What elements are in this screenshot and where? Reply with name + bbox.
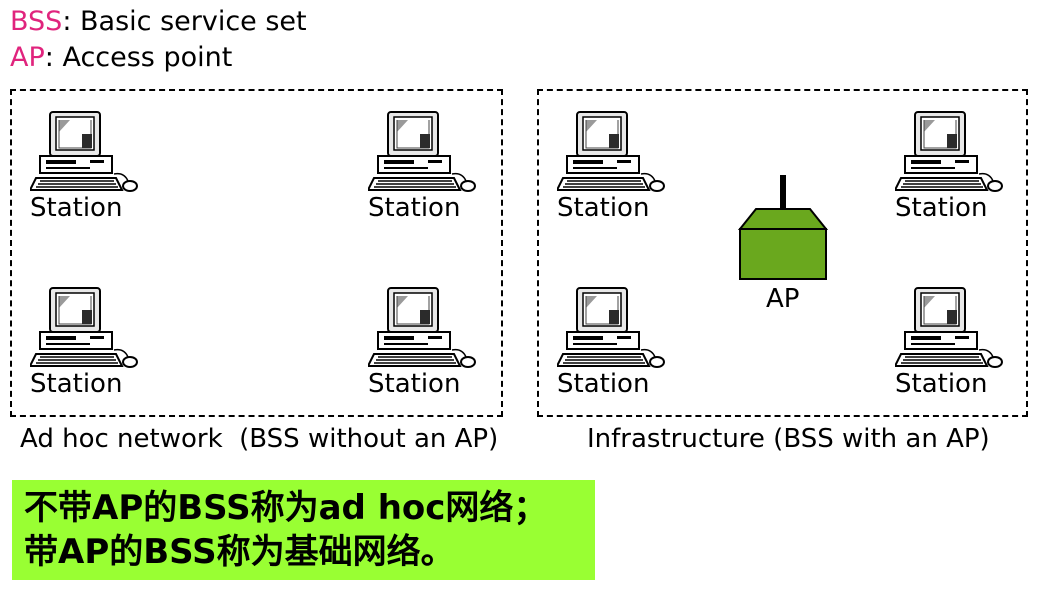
adhoc-caption: Ad hoc network (BSS without an AP): [20, 424, 499, 454]
adhoc-station-top-right: Station: [368, 110, 478, 222]
computer-icon: [368, 287, 476, 368]
legend-ap-abbr: AP: [10, 42, 45, 73]
access-point: [737, 175, 829, 285]
computer-icon: [557, 287, 665, 368]
note-line-1: 不带AP的BSS称为ad hoc网络；: [24, 488, 548, 528]
station-label: Station: [557, 193, 650, 223]
adhoc-station-bottom-left: Station: [30, 286, 140, 398]
computer-icon: [368, 111, 476, 192]
note-line-2: 带AP的BSS称为基础网络。: [24, 532, 455, 572]
station-label: Station: [368, 369, 461, 399]
adhoc-station-bottom-right: Station: [368, 286, 478, 398]
computer-icon: [30, 287, 138, 368]
station-label: Station: [30, 193, 123, 223]
legend-bss-abbr: BSS: [10, 6, 63, 37]
station-label: Station: [895, 369, 988, 399]
ap-label: AP: [766, 284, 800, 314]
computer-icon: [895, 111, 1003, 192]
station-label: Station: [30, 369, 123, 399]
infra-station-bottom-right: Station: [895, 286, 1005, 398]
infrastructure-caption: Infrastructure (BSS with an AP): [587, 424, 990, 454]
legend-bss-text: : Basic service set: [62, 6, 307, 37]
infra-station-top-right: Station: [895, 110, 1005, 222]
note-box: 不带AP的BSS称为ad hoc网络； 带AP的BSS称为基础网络。: [12, 480, 595, 580]
station-label: Station: [368, 193, 461, 223]
access-point-icon: [737, 175, 829, 280]
computer-icon: [895, 287, 1003, 368]
infra-station-bottom-left: Station: [557, 286, 667, 398]
legend-ap-text: : Access point: [44, 42, 233, 73]
legend-bss: BSS: Basic service set: [10, 6, 307, 38]
station-label: Station: [895, 193, 988, 223]
computer-icon: [30, 111, 138, 192]
legend-ap: AP: Access point: [10, 42, 232, 74]
station-label: Station: [557, 369, 650, 399]
adhoc-station-top-left: Station: [30, 110, 140, 222]
infra-station-top-left: Station: [557, 110, 667, 222]
computer-icon: [557, 111, 665, 192]
